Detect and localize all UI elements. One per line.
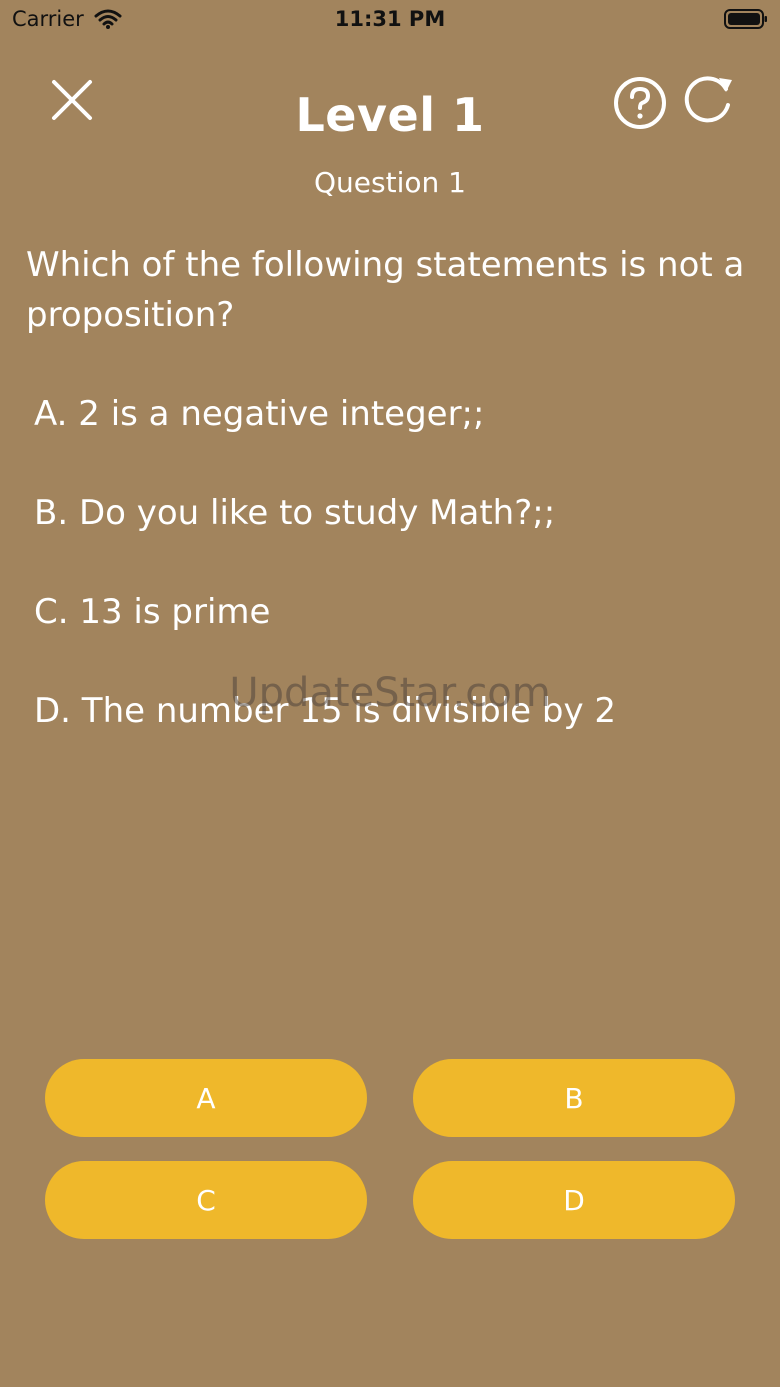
help-button[interactable] — [612, 75, 668, 131]
reload-icon — [684, 76, 732, 123]
question-number: Question 1 — [314, 166, 466, 199]
option-b-text: B. Do you like to study Math?;; — [34, 493, 556, 533]
battery-icon — [724, 9, 767, 29]
question-text: Which of the following statements is not… — [26, 245, 745, 335]
answer-b-button[interactable]: B — [413, 1059, 735, 1137]
reload-button[interactable] — [680, 72, 738, 130]
answer-d-button[interactable]: D — [413, 1161, 735, 1239]
help-icon — [614, 77, 666, 129]
status-bar: Carrier 11:31 PM — [0, 0, 780, 40]
status-time: 11:31 PM — [334, 7, 446, 31]
answer-a-button[interactable]: A — [45, 1059, 367, 1137]
option-d-text: D. The number 15 is divisible by 2 — [34, 691, 617, 731]
option-c-text: C. 13 is prime — [34, 592, 271, 632]
option-a-text: A. 2 is a negative integer;; — [34, 394, 485, 434]
answer-c-button[interactable]: C — [45, 1161, 367, 1239]
